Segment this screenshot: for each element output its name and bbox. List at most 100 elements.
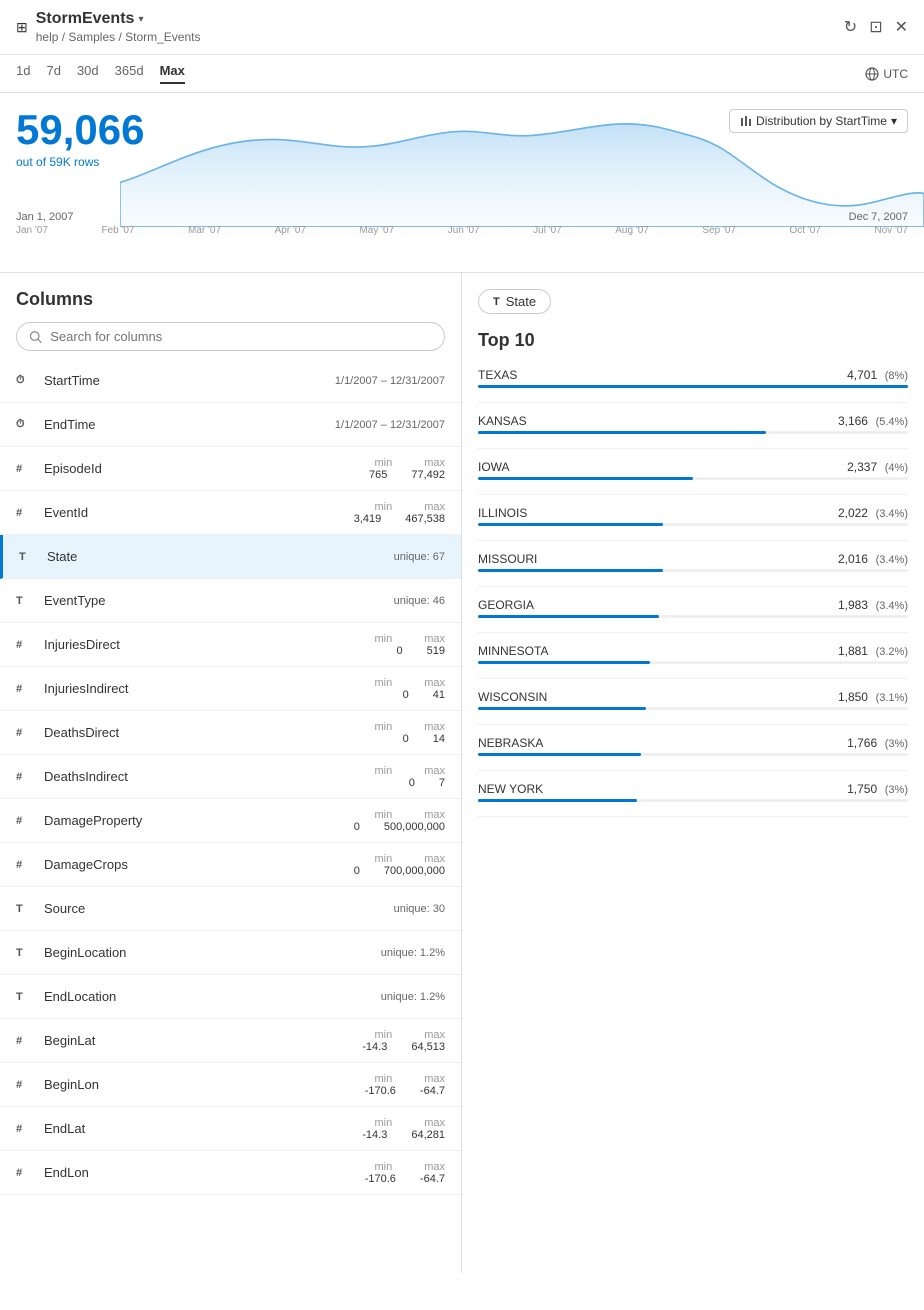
column-meta: unique: 67	[394, 551, 445, 563]
axis-feb: Feb '07	[101, 225, 134, 236]
column-item-beginlat[interactable]: # BeginLat minmax -14.364,513	[0, 1019, 461, 1063]
column-name: EventType	[44, 593, 394, 608]
column-item-endlon[interactable]: # EndLon minmax -170.6-64.7	[0, 1151, 461, 1195]
axis-nov: Nov '07	[874, 225, 908, 236]
state-pct: (3%)	[885, 738, 908, 750]
globe-icon	[865, 67, 879, 81]
column-item-eventid[interactable]: # EventId minmax 3,419467,538	[0, 491, 461, 535]
column-name: EpisodeId	[44, 461, 369, 476]
state-name: MISSOURI	[478, 552, 537, 566]
column-meta: minmax 0519	[374, 633, 445, 657]
chevron-down-icon[interactable]: ▾	[138, 14, 143, 25]
state-count: 1,881	[838, 644, 868, 658]
column-item-starttime[interactable]: ⏱ StartTime 1/1/2007 – 12/31/2007	[0, 359, 461, 403]
refresh-icon[interactable]: ↻	[844, 17, 857, 37]
state-count: 2,337	[847, 460, 877, 474]
state-stats: 1,850 (3.1%)	[838, 689, 908, 704]
axis-oct: Oct '07	[790, 225, 821, 236]
column-item-deathsdirect[interactable]: # DeathsDirect minmax 014	[0, 711, 461, 755]
column-item-beginlon[interactable]: # BeginLon minmax -170.6-64.7	[0, 1063, 461, 1107]
tab-365d[interactable]: 365d	[115, 63, 144, 84]
chart-area: 59,066 out of 59K rows Distribution by S…	[0, 93, 924, 273]
axis-may: May '07	[359, 225, 394, 236]
column-name: State	[47, 549, 394, 564]
state-pct: (5.4%)	[876, 416, 908, 428]
hash-icon: #	[16, 1079, 36, 1091]
column-meta: minmax -14.364,281	[362, 1117, 445, 1141]
header-title-group: StormEvents ▾ help / Samples / Storm_Eve…	[36, 10, 201, 44]
state-name: GEORGIA	[478, 598, 534, 612]
top10-item-kansas: KANSAS 3,166 (5.4%)	[478, 413, 908, 434]
column-meta: unique: 1.2%	[381, 991, 445, 1003]
axis-jul: Jul '07	[533, 225, 562, 236]
tab-30d[interactable]: 30d	[77, 63, 99, 84]
column-item-injuriesdirect[interactable]: # InjuriesDirect minmax 0519	[0, 623, 461, 667]
column-item-damageproperty[interactable]: # DamageProperty minmax 0500,000,000	[0, 799, 461, 843]
top10-item-nebraska: NEBRASKA 1,766 (3%)	[478, 735, 908, 756]
top10-item-newyork: NEW YORK 1,750 (3%)	[478, 781, 908, 802]
column-item-endtime[interactable]: ⏱ EndTime 1/1/2007 – 12/31/2007	[0, 403, 461, 447]
expand-icon[interactable]: ⊡	[869, 17, 882, 37]
top10-title: Top 10	[478, 330, 908, 351]
column-item-endlat[interactable]: # EndLat minmax -14.364,281	[0, 1107, 461, 1151]
header-right: ↻ ⊡ ✕	[844, 17, 908, 37]
state-name: KANSAS	[478, 414, 527, 428]
column-item-eventtype[interactable]: T EventType unique: 46	[0, 579, 461, 623]
state-name: TEXAS	[478, 368, 517, 382]
utc-button[interactable]: UTC	[865, 67, 908, 81]
columns-panel: Columns ⏱ StartTime 1/1/2007 – 12/31/200…	[0, 273, 462, 1273]
column-item-source[interactable]: T Source unique: 30	[0, 887, 461, 931]
state-count: 2,022	[838, 506, 868, 520]
column-name: EndLocation	[44, 989, 381, 1004]
column-meta: minmax 76577,492	[369, 457, 445, 481]
column-item-state[interactable]: T State unique: 67	[0, 535, 461, 579]
hash-icon: #	[16, 1123, 36, 1135]
hash-icon: #	[16, 507, 36, 519]
state-count: 1,750	[847, 782, 877, 796]
app-header: ⊞ StormEvents ▾ help / Samples / Storm_E…	[0, 0, 924, 55]
header-left: ⊞ StormEvents ▾ help / Samples / Storm_E…	[16, 10, 200, 44]
hash-icon: #	[16, 771, 36, 783]
text-type-icon: T	[16, 903, 36, 915]
column-meta: minmax 0500,000,000	[354, 809, 445, 833]
axis-apr: Apr '07	[275, 225, 306, 236]
tab-max[interactable]: Max	[160, 63, 185, 84]
time-tabs-list: 1d 7d 30d 365d Max	[16, 63, 185, 84]
axis-jun: Jun '07	[448, 225, 480, 236]
search-box[interactable]	[16, 322, 445, 351]
column-meta: minmax -170.6-64.7	[365, 1073, 445, 1097]
state-stats: 1,983 (3.4%)	[838, 597, 908, 612]
top10-item-wisconsin: WISCONSIN 1,850 (3.1%)	[478, 689, 908, 710]
column-name: DeathsIndirect	[44, 769, 374, 784]
top10-item-iowa: IOWA 2,337 (4%)	[478, 459, 908, 480]
tab-1d[interactable]: 1d	[16, 63, 30, 84]
column-meta: unique: 30	[394, 903, 445, 915]
state-stats: 4,701 (8%)	[847, 367, 908, 382]
tag-type-icon: T	[493, 296, 500, 308]
state-stats: 2,022 (3.4%)	[838, 505, 908, 520]
tab-7d[interactable]: 7d	[46, 63, 60, 84]
axis-aug: Aug '07	[615, 225, 649, 236]
top10-item-texas: TEXAS 4,701 (8%)	[478, 367, 908, 388]
column-item-damagecrops[interactable]: # DamageCrops minmax 0700,000,000	[0, 843, 461, 887]
text-type-icon: T	[16, 947, 36, 959]
search-icon	[29, 330, 42, 344]
hash-icon: #	[16, 815, 36, 827]
column-item-beginlocation[interactable]: T BeginLocation unique: 1.2%	[0, 931, 461, 975]
state-name: WISCONSIN	[478, 690, 547, 704]
search-input[interactable]	[50, 329, 432, 344]
column-item-episodeid[interactable]: # EpisodeId minmax 76577,492	[0, 447, 461, 491]
state-tag[interactable]: T State	[478, 289, 551, 314]
column-item-endlocation[interactable]: T EndLocation unique: 1.2%	[0, 975, 461, 1019]
hash-icon: #	[16, 859, 36, 871]
breadcrumb: help / Samples / Storm_Events	[36, 30, 201, 44]
text-type-icon: T	[16, 991, 36, 1003]
state-pct: (8%)	[885, 370, 908, 382]
state-stats: 1,881 (3.2%)	[838, 643, 908, 658]
top10-item-georgia: GEORGIA 1,983 (3.4%)	[478, 597, 908, 618]
column-item-deathsindirect[interactable]: # DeathsIndirect minmax 07	[0, 755, 461, 799]
column-item-injuriesindirect[interactable]: # InjuriesIndirect minmax 041	[0, 667, 461, 711]
column-name: InjuriesIndirect	[44, 681, 374, 696]
close-icon[interactable]: ✕	[895, 17, 908, 37]
app-title[interactable]: StormEvents	[36, 10, 135, 28]
